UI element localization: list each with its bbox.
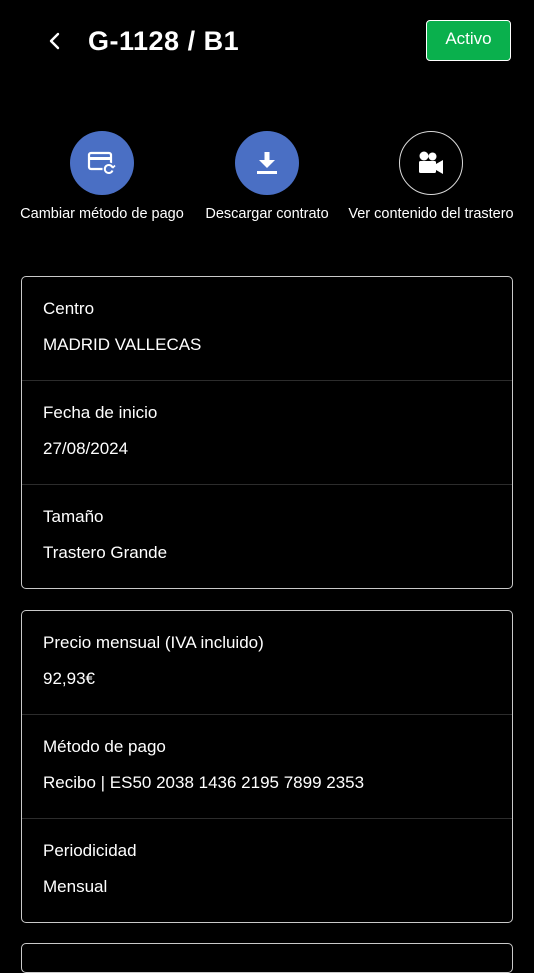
- video-camera-icon: [419, 151, 443, 174]
- detail-row-centro: Centro MADRID VALLECAS: [22, 277, 512, 381]
- billing-label: Método de pago: [43, 737, 166, 756]
- change-payment-method-button[interactable]: Cambiar método de pago: [12, 131, 192, 225]
- billing-value: Mensual: [43, 877, 108, 896]
- billing-value: Recibo | ES50 2038 1436 2195 7899 2353: [43, 773, 365, 792]
- view-storage-content-button[interactable]: Ver contenido del trastero: [341, 131, 521, 225]
- download-contract-circle[interactable]: [235, 131, 299, 195]
- detail-row-tamano: Tamaño Trastero Grande: [22, 485, 512, 588]
- download-icon: [257, 152, 277, 174]
- view-storage-content-label: Ver contenido del trastero: [348, 206, 514, 222]
- download-contract-button[interactable]: Descargar contrato: [177, 131, 357, 225]
- billing-label: Periodicidad: [43, 841, 137, 860]
- page-title: G-1128 / B1: [88, 26, 240, 56]
- billing-row-metodo-pago: Método de pago Recibo | ES50 2038 1436 2…: [22, 715, 512, 819]
- next-card-partial: [21, 943, 513, 973]
- detail-label: Fecha de inicio: [43, 403, 158, 422]
- storage-details-card: Centro MADRID VALLECAS Fecha de inicio 2…: [21, 276, 513, 589]
- change-payment-method-label: Cambiar método de pago: [20, 206, 184, 222]
- quick-actions: Cambiar método de pago Descargar contrat…: [0, 131, 534, 251]
- payment-card-refresh-icon: [87, 151, 116, 176]
- back-button[interactable]: [40, 26, 70, 56]
- change-payment-method-circle[interactable]: [70, 131, 134, 195]
- billing-row-periodicidad: Periodicidad Mensual: [22, 819, 512, 922]
- detail-value: Trastero Grande: [43, 543, 168, 562]
- header: G-1128 / B1 Activo: [0, 0, 534, 90]
- download-contract-label: Descargar contrato: [205, 206, 329, 222]
- detail-row-fecha-inicio: Fecha de inicio 27/08/2024: [22, 381, 512, 485]
- billing-row-precio: Precio mensual (IVA incluido) 92,93€: [22, 611, 512, 715]
- billing-value: 92,93€: [43, 669, 95, 688]
- detail-label: Tamaño: [43, 507, 104, 526]
- chevron-left-icon: [49, 32, 60, 50]
- detail-label: Centro: [43, 299, 95, 318]
- detail-value: MADRID VALLECAS: [43, 335, 202, 354]
- view-storage-content-circle[interactable]: [399, 131, 463, 195]
- detail-value: 27/08/2024: [43, 439, 129, 458]
- billing-details-card: Precio mensual (IVA incluido) 92,93€ Mét…: [21, 610, 513, 923]
- billing-label: Precio mensual (IVA incluido): [43, 633, 264, 652]
- status-badge: Activo: [426, 20, 511, 61]
